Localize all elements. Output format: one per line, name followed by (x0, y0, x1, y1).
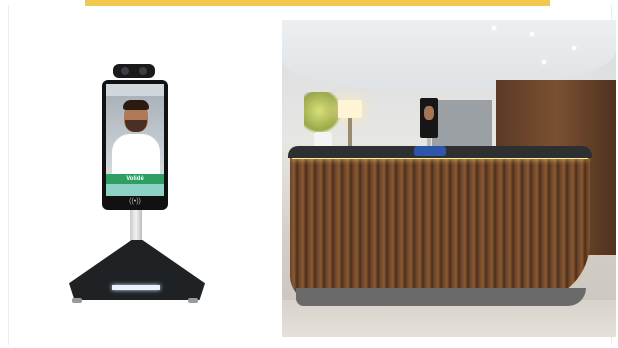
foot (188, 298, 198, 303)
screen-header (106, 84, 164, 96)
face-preview (106, 96, 164, 174)
foot (72, 298, 82, 303)
base-light (112, 285, 160, 290)
reception-desk (290, 156, 590, 302)
kiosk-device: Volidė ((•)) (102, 80, 168, 210)
status-label: Volidė (126, 176, 144, 182)
nfc-icon: ((•)) (129, 198, 141, 205)
lamp-stand (348, 118, 352, 146)
lamp (338, 100, 362, 118)
kiosk-face (424, 106, 434, 120)
lobby-photo (282, 20, 616, 337)
desk-base (296, 288, 586, 306)
plant (304, 92, 342, 134)
kiosk-base (414, 146, 446, 156)
kiosk-base (69, 240, 205, 300)
status-badge: Volidė (106, 174, 164, 184)
camera-icon (113, 64, 155, 78)
info-bar (106, 184, 164, 196)
kiosk-pole (130, 210, 142, 244)
product-image: Volidė ((•)) (14, 10, 260, 340)
